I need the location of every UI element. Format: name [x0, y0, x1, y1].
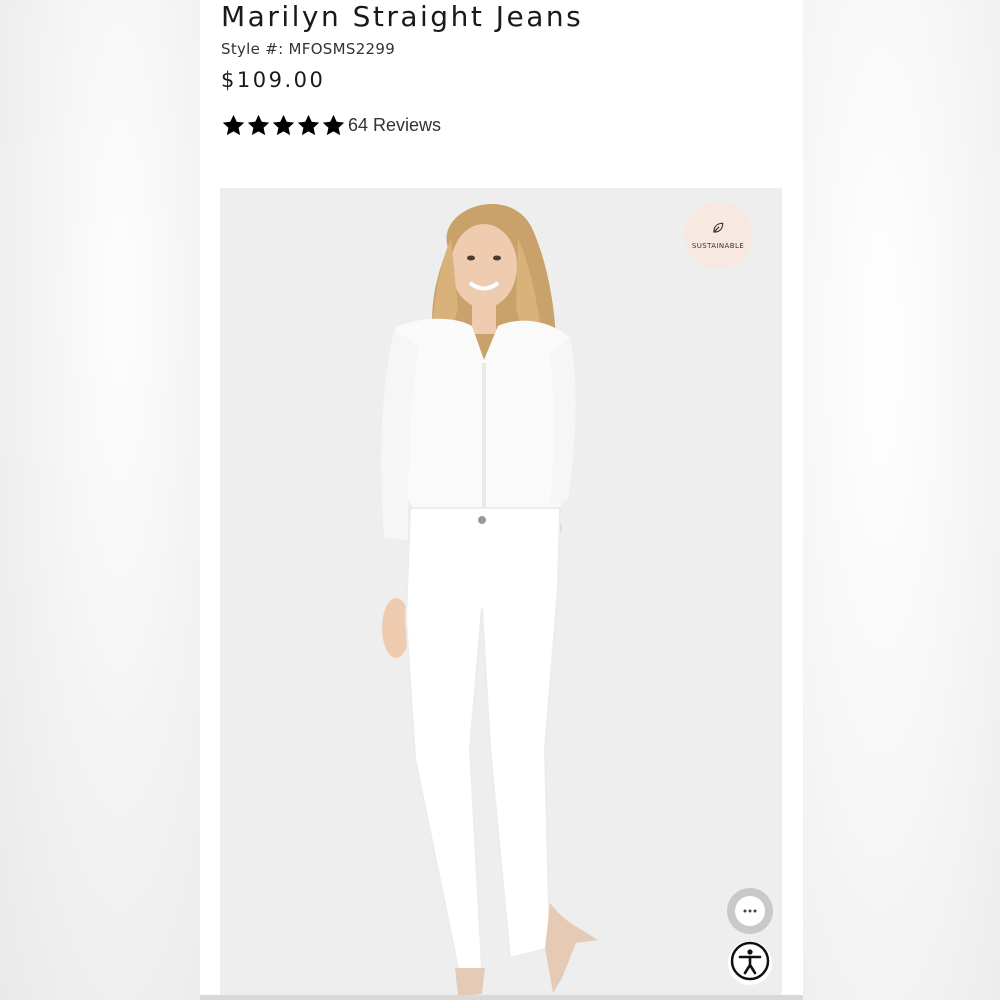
background-right — [803, 0, 1000, 1000]
star-icon — [221, 113, 246, 138]
badge-label: SUSTAINABLE — [691, 241, 745, 250]
accessibility-button[interactable] — [728, 941, 772, 985]
chat-button[interactable] — [727, 888, 773, 934]
bottom-edge — [200, 995, 803, 1000]
star-icon — [296, 113, 321, 138]
reviews-link[interactable]: 64 Reviews — [348, 115, 441, 136]
accessibility-icon — [730, 941, 770, 986]
rating[interactable]: 64 Reviews — [221, 111, 441, 139]
background-left — [0, 0, 200, 1000]
star-icon — [246, 113, 271, 138]
chat-icon — [735, 896, 765, 926]
style-number: Style #: MFOSMS2299 — [221, 40, 396, 58]
product-price: $109.00 — [221, 68, 326, 92]
star-icon — [271, 113, 296, 138]
product-page: Marilyn Straight Jeans Style #: MFOSMS22… — [200, 0, 803, 1000]
leaf-icon — [711, 221, 725, 240]
product-image[interactable]: SUSTAINABLE — [220, 188, 782, 1000]
star-icon — [321, 113, 346, 138]
model-illustration — [220, 188, 782, 1000]
sustainable-badge: SUSTAINABLE — [684, 201, 752, 269]
product-title: Marilyn Straight Jeans — [221, 0, 584, 33]
